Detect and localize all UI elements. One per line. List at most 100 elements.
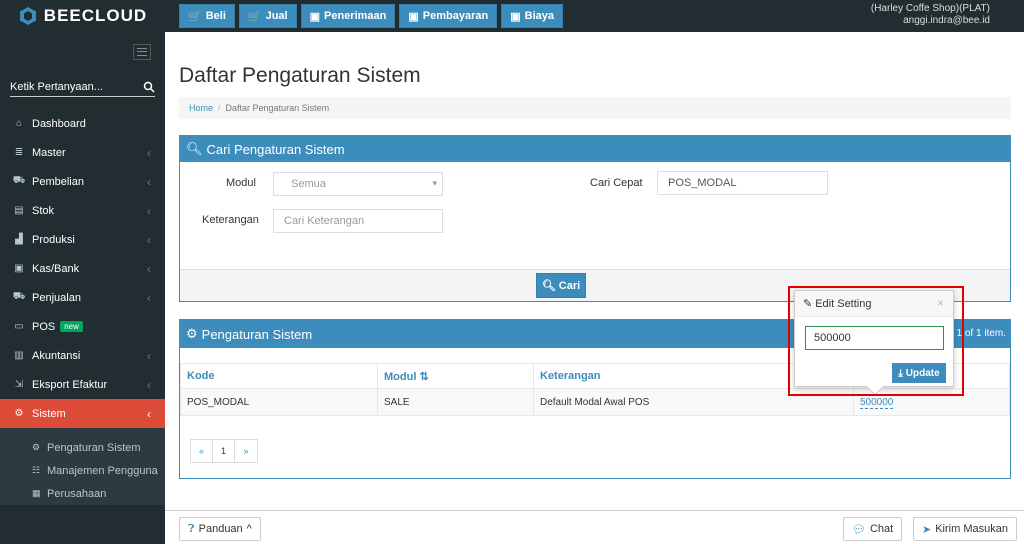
export-icon: ⇲ [14,379,24,390]
sidebar-item-label: POS [32,320,56,333]
beli-button[interactable]: 🛒 Beli [179,4,235,28]
chevron-left-icon: ‹ [147,406,151,421]
sidebar-toggle-icon[interactable] [133,44,151,60]
cari-cepat-value: POS_MODAL [668,177,737,189]
money-icon: ▣ [510,10,521,23]
chat-label: Chat [869,523,894,535]
database-icon: ≣ [14,147,24,158]
sidebar-item-label: Produksi [32,233,75,246]
search-icon: 🔍︎ [541,280,556,292]
setting-value: 500000 [814,332,851,344]
breadcrumb-separator: / [218,103,221,113]
cell-modul: SALE [377,388,534,416]
sidebar-item-label: Dashboard [32,117,86,130]
sidebar-item-pos[interactable]: ▭ POS new [0,312,165,341]
users-icon: ☷ [32,465,41,475]
chevron-left-icon: ‹ [147,232,151,247]
beli-label: Beli [205,10,226,22]
submenu-item-label: Manajemen Pengguna [47,464,158,477]
panduan-label: Panduan [198,523,243,535]
cari-cepat-input[interactable]: POS_MODAL [657,171,828,195]
edit-icon: ✎ [803,298,813,310]
submenu-item-pengaturan-sistem[interactable]: ⚙ Pengaturan Sistem [0,436,165,459]
sidebar-item-label: Akuntansi [32,349,81,362]
download-icon: ⤓ [898,367,903,379]
sidebar-item-dashboard[interactable]: ⌂ Dashboard [0,109,165,138]
cart-icon: 🛒 [188,10,202,23]
jual-button[interactable]: 🛒 Jual [238,4,297,28]
sidebar-item-sistem[interactable]: ⚙ Sistem ‹ [0,399,165,428]
search-icon: 🔍︎ [186,141,203,156]
sidebar-item-eksport-efaktur[interactable]: ⇲ Eksport Efaktur ‹ [0,370,165,399]
column-kode[interactable]: Kode [180,363,378,389]
search-icon[interactable] [143,81,155,93]
update-button[interactable]: ⤓ Update [892,363,946,383]
money-icon: ▣ [309,10,321,23]
cari-cepat-label: Cari Cepat [590,177,643,189]
column-modul-label: Modul [384,370,417,383]
penerimaan-button[interactable]: ▣ Penerimaan [300,4,396,28]
cell-kode: POS_MODAL [180,388,378,416]
home-icon: ⌂ [15,118,23,129]
brand-logo[interactable]: BEECLOUD [0,0,165,32]
sidebar-menu: ⌂ Dashboard ≣ Master ‹ ⛟ Pembelian ‹ ▤ Stok ‹ ▟… [0,109,165,505]
kirim-masukan-button[interactable]: ➤ Kirim Masukan [913,517,1017,541]
gear-icon: ⚙ [32,442,41,452]
pembayaran-label: Pembayaran [422,10,489,22]
sidebar-search-placeholder: Ketik Pertanyaan... [10,80,103,93]
cari-button[interactable]: 🔍︎ Cari [536,273,586,298]
submenu-item-label: Perusahaan [47,487,107,500]
caret-down-icon: ▾ [432,178,437,188]
chevron-left-icon: ‹ [147,377,151,392]
modul-select[interactable]: Semua ▾ [273,172,443,196]
cogs-icon: ⚙ [186,326,198,341]
top-nav: 🛒 Beli 🛒 Jual ▣ Penerimaan ▣ Pembayaran ▣ Bia… [179,4,563,28]
nilai-editable-link[interactable]: 500000 [860,396,894,409]
sidebar-search-input[interactable]: Ketik Pertanyaan... [10,77,155,97]
sidebar-item-label: Pembelian [32,175,84,188]
sidebar-item-kasbank[interactable]: ▣ Kas/Bank ‹ [0,254,165,283]
sidebar-item-stok[interactable]: ▤ Stok ‹ [0,196,165,225]
sidebar-item-pembelian[interactable]: ⛟ Pembelian ‹ [0,167,165,196]
keterangan-input[interactable]: Cari Keterangan [273,209,443,233]
table-panel-title: Pengaturan Sistem [201,326,313,342]
pager-prev[interactable]: « [191,440,213,462]
sort-icon: ⇅ [419,370,429,383]
cart-icon: ⛟ [12,175,26,186]
sidebar-item-master[interactable]: ≣ Master ‹ [0,138,165,167]
sidebar-item-akuntansi[interactable]: ▥ Akuntansi ‹ [0,341,165,370]
update-button-label: Update [905,367,940,379]
send-icon: ➤ [922,523,932,536]
column-modul[interactable]: Modul ⇅ [377,363,534,389]
close-icon[interactable]: × [937,296,944,310]
pagination: « 1 » [190,439,258,463]
search-panel-header: 🔍︎ Cari Pengaturan Sistem [180,136,1010,162]
submenu-item-perusahaan[interactable]: ▦ Perusahaan [0,482,165,505]
sidebar-item-label: Eksport Efaktur [32,378,108,391]
sidebar-item-produksi[interactable]: ▟ Produksi ‹ [0,225,165,254]
chevron-left-icon: ‹ [147,203,151,218]
building-icon: ▦ [32,488,41,498]
sidebar-item-penjualan[interactable]: ⛟ Penjualan ‹ [0,283,165,312]
jual-label: Jual [265,10,288,22]
chevron-up-icon: ^ [246,523,252,535]
biaya-button[interactable]: ▣ Biaya [501,4,563,28]
pembayaran-button[interactable]: ▣ Pembayaran [399,4,498,28]
panduan-button[interactable]: ❓︎ Panduan ^ [179,517,261,541]
chevron-left-icon: ‹ [147,174,151,189]
biaya-label: Biaya [524,10,554,22]
pager-next[interactable]: » [235,440,257,462]
desktop-icon: ▭ [14,321,24,332]
setting-value-input[interactable]: 500000 [805,326,944,350]
breadcrumb-current: Daftar Pengaturan Sistem [225,103,330,113]
user-company: (Harley Coffe Shop)(PLAT) [870,3,990,14]
money-icon: ▣ [408,10,419,23]
sidebar-item-label: Master [32,146,66,159]
main-content: Daftar Pengaturan Sistem Home / Daftar P… [165,32,1024,544]
table-row: POS_MODAL SALE Default Modal Awal POS 50… [180,388,1010,416]
submenu-item-manajemen-pengguna[interactable]: ☷ Manajemen Pengguna [0,459,165,482]
pager-page[interactable]: 1 [213,440,235,462]
breadcrumb-home[interactable]: Home [189,103,213,113]
chat-button[interactable]: 💬︎ Chat [843,517,903,541]
user-info[interactable]: (Harley Coffe Shop)(PLAT) anggi.indra@be… [871,3,990,27]
